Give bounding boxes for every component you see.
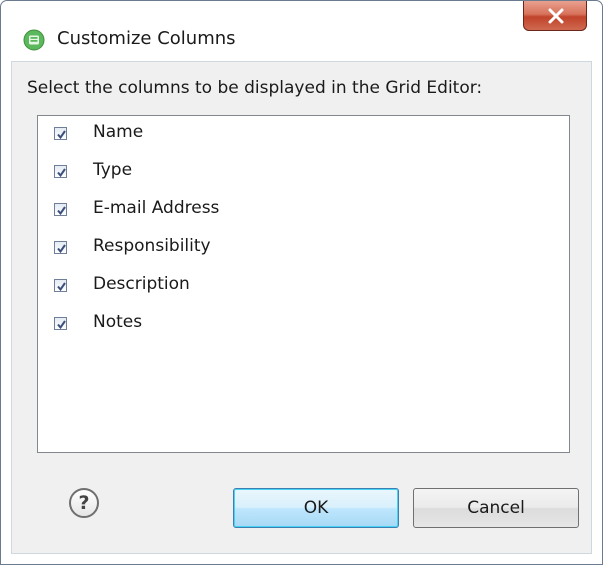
list-item-label: Name: [93, 122, 144, 142]
checkbox[interactable]: [54, 127, 67, 140]
checkbox[interactable]: [54, 279, 67, 292]
list-item-description[interactable]: Description: [54, 271, 534, 301]
check-icon: [57, 130, 66, 140]
close-button[interactable]: [523, 1, 587, 31]
check-icon: [57, 168, 66, 178]
check-icon: [57, 320, 66, 330]
ok-button[interactable]: OK: [233, 488, 399, 528]
customize-columns-dialog: Customize Columns Select the columns to …: [0, 0, 603, 565]
help-button[interactable]: ?: [69, 488, 99, 518]
checkbox[interactable]: [54, 203, 67, 216]
instruction-label: Select the columns to be displayed in th…: [27, 78, 483, 98]
list-item-type[interactable]: Type: [54, 157, 534, 187]
close-icon: [548, 8, 564, 24]
list-item-responsibility[interactable]: Responsibility: [54, 233, 534, 263]
checkbox[interactable]: [54, 165, 67, 178]
title-bar[interactable]: Customize Columns: [1, 1, 602, 61]
check-icon: [57, 206, 66, 216]
checkbox[interactable]: [54, 241, 67, 254]
cancel-button[interactable]: Cancel: [413, 488, 579, 528]
app-icon: [23, 29, 45, 51]
list-item-label: E-mail Address: [93, 198, 220, 218]
help-icon: ?: [78, 492, 90, 514]
check-icon: [57, 244, 66, 254]
check-icon: [57, 282, 66, 292]
list-item-email-address[interactable]: E-mail Address: [54, 195, 534, 225]
list-item-label: Type: [93, 160, 133, 180]
columns-list[interactable]: Name Type E-mail Address Responsibility …: [37, 115, 570, 453]
window-title: Customize Columns: [57, 28, 236, 49]
list-item-label: Notes: [93, 312, 143, 332]
list-item-label: Description: [93, 274, 190, 294]
list-item-label: Responsibility: [93, 236, 211, 256]
list-item-notes[interactable]: Notes: [54, 309, 534, 339]
checkbox[interactable]: [54, 317, 67, 330]
list-item-name[interactable]: Name: [54, 119, 534, 149]
